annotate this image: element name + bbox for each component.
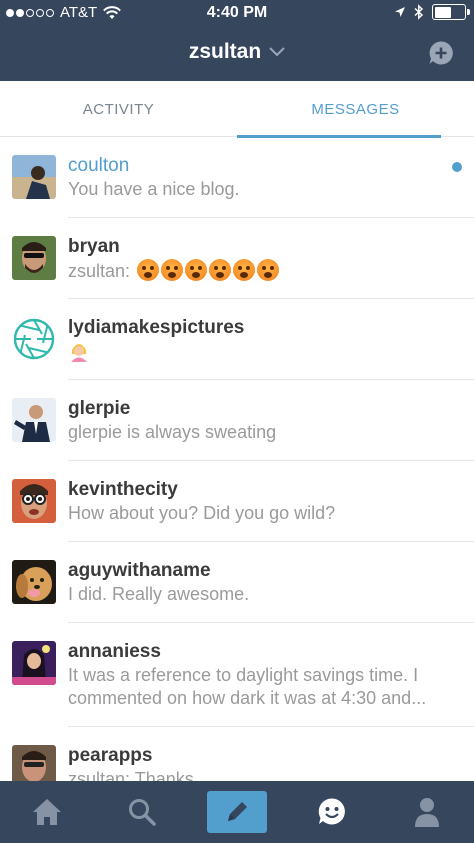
messaging-icon — [318, 798, 345, 825]
conversation-preview: glerpie is always sweating — [68, 422, 277, 442]
avatar-bryan — [12, 236, 56, 280]
search-icon — [129, 799, 156, 826]
new-message-icon[interactable] — [428, 40, 454, 66]
unread-indicator — [452, 162, 462, 172]
person-emoji-icon — [71, 344, 87, 362]
astonished-face-emoji-icon — [137, 259, 160, 281]
conversation-preview: How about you? Did you go wild? — [68, 503, 336, 523]
conversation-name: annaniess — [68, 641, 161, 662]
conversation-row-coulton[interactable]: coulton You have a nice blog. — [0, 137, 474, 218]
conversation-text: aguywithaname I did. Really awesome. — [68, 558, 458, 606]
battery-icon — [432, 4, 470, 20]
tab-account[interactable] — [379, 781, 474, 843]
conversation-preview: zsultan: — [68, 259, 458, 283]
blog-selector[interactable]: zsultan — [0, 40, 474, 64]
conversation-name: kevinthecity — [68, 479, 178, 500]
conversation-preview: I did. Really awesome. — [68, 584, 250, 604]
status-bar: AT&T 4:40 PM — [0, 0, 474, 26]
conversation-row-kevinthecity[interactable]: kevinthecity How about you? Did you go w… — [0, 461, 474, 542]
conversation-row-annaniess[interactable]: annaniess It was a reference to daylight… — [0, 623, 474, 727]
astonished-face-emoji-icon — [161, 259, 184, 281]
astonished-face-emoji-icon — [209, 259, 232, 281]
astonished-face-emoji-icon — [185, 259, 208, 281]
avatar-pearapps — [12, 745, 56, 781]
conversation-row-pearapps[interactable]: pearapps zsultan: Thanks — [0, 727, 474, 781]
chevron-down-icon — [269, 47, 285, 57]
conversation-row-lydiamakespictures[interactable]: lydiamakespictures — [0, 299, 474, 380]
astonished-face-emoji-icon — [233, 259, 256, 281]
avatar-annaniess — [12, 641, 56, 685]
status-icons — [394, 4, 470, 20]
conversation-text: glerpie glerpie is always sweating — [68, 396, 458, 444]
conversation-row-aguywithaname[interactable]: aguywithaname I did. Really awesome. — [0, 542, 474, 623]
conversation-text: kevinthecity How about you? Did you go w… — [68, 477, 458, 525]
avatar-glerpie — [12, 398, 56, 442]
bottom-tab-bar — [0, 781, 474, 843]
conversation-row-bryan[interactable]: bryan zsultan: — [0, 218, 474, 299]
conversation-preview — [68, 340, 458, 364]
message-sender: zsultan: — [68, 261, 131, 281]
tab-activity[interactable]: ACTIVITY — [0, 81, 237, 137]
conversation-preview: It was a reference to daylight savings t… — [68, 665, 427, 708]
compose-icon — [227, 802, 247, 821]
bluetooth-icon — [414, 4, 424, 20]
conversation-name: aguywithaname — [68, 560, 211, 581]
compose-button[interactable] — [206, 791, 267, 833]
tab-compose[interactable] — [190, 781, 285, 843]
avatar-aguywithaname — [12, 560, 56, 604]
home-icon — [33, 799, 62, 825]
blog-name: zsultan — [188, 40, 262, 63]
conversation-text: lydiamakespictures — [68, 315, 458, 364]
header: AT&T 4:40 PM zsultan — [0, 0, 474, 81]
conversation-text: annaniess It was a reference to daylight… — [68, 639, 458, 710]
conversation-name: glerpie — [68, 398, 131, 419]
location-arrow-icon — [395, 7, 405, 17]
conversation-preview: You have a nice blog. — [68, 179, 240, 199]
conversation-preview: zsultan: Thanks — [68, 769, 194, 781]
tab-messaging[interactable] — [284, 781, 379, 843]
tab-home[interactable] — [0, 781, 95, 843]
tab-messages[interactable]: MESSAGES — [237, 81, 474, 138]
conversation-name: lydiamakespictures — [68, 317, 245, 338]
conversation-name: coulton — [68, 155, 130, 176]
tab-search[interactable] — [95, 781, 190, 843]
account-icon — [414, 798, 439, 827]
avatar-coulton — [12, 155, 56, 199]
avatar-kevinthecity — [12, 479, 56, 523]
conversation-list: coulton You have a nice blog. bryan zsul… — [0, 137, 474, 781]
conversation-name: bryan — [68, 236, 120, 257]
conversation-row-glerpie[interactable]: glerpie glerpie is always sweating — [0, 380, 474, 461]
conversation-text: bryan zsultan: — [68, 234, 458, 283]
astonished-face-emoji-icon — [257, 259, 280, 281]
segmented-tabs: ACTIVITY MESSAGES — [0, 81, 474, 138]
conversation-name: pearapps — [68, 745, 153, 766]
conversation-text: coulton You have a nice blog. — [68, 153, 458, 201]
conversation-text: pearapps zsultan: Thanks — [68, 743, 458, 781]
avatar-lydiamakespictures — [12, 317, 56, 361]
